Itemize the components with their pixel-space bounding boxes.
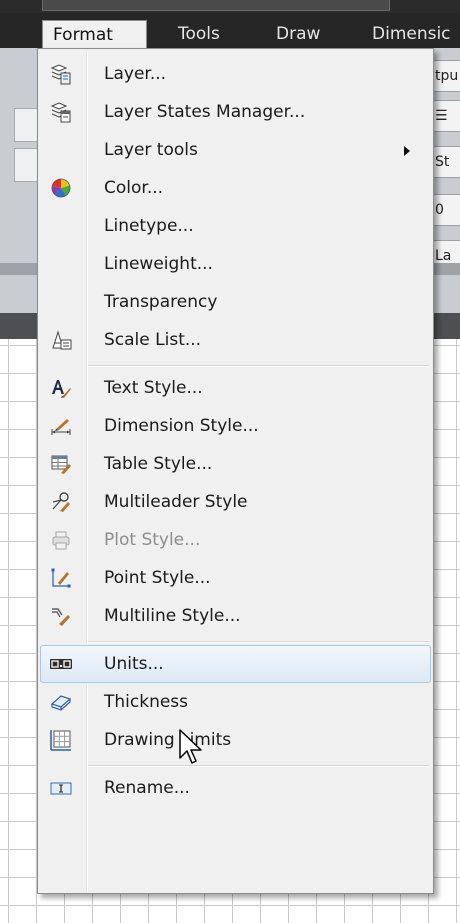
ribbon-field[interactable]: tpu — [430, 60, 460, 92]
menu-dimension[interactable]: Dimensic — [372, 20, 451, 48]
menu-item-scale-list[interactable]: Scale List... — [40, 321, 431, 359]
point-style-icon — [51, 568, 71, 588]
menu-item-label: Layer tools — [104, 140, 198, 160]
menu-item-label: Dimension Style... — [104, 416, 259, 436]
menu-item-label: Layer... — [104, 64, 167, 84]
text-style-icon — [52, 380, 71, 398]
menu-item-label: Table Style... — [104, 454, 213, 474]
menu-item-point-style[interactable]: Point Style... — [40, 559, 431, 597]
menu-item-multiline-style[interactable]: Multiline Style... — [40, 597, 431, 635]
menu-tools[interactable]: Tools — [178, 20, 220, 48]
menu-item-label: Drawing Limits — [104, 730, 232, 750]
menu-item-plot-style: Plot Style... — [40, 521, 431, 559]
menu-item-label: Linetype... — [104, 216, 194, 236]
units-icon — [50, 659, 72, 669]
menu-item-drawing-limits[interactable]: Drawing Limits — [40, 721, 431, 759]
submenu-arrow-icon — [404, 146, 410, 156]
menu-item-dimension-style[interactable]: Dimension Style... — [40, 407, 431, 445]
color-wheel-icon — [51, 178, 71, 198]
menu-item-label: Units... — [104, 654, 164, 674]
dimension-style-icon — [51, 419, 71, 435]
menu-item-label: Color... — [104, 178, 164, 198]
rename-icon — [50, 782, 72, 795]
format-dropdown-menu: Layer... Layer States Manager... Layer t… — [37, 48, 434, 894]
quick-access-field[interactable] — [42, 0, 390, 11]
menu-item-label: Lineweight... — [104, 254, 213, 274]
menu-item-text-style[interactable]: Text Style... — [40, 369, 431, 407]
thickness-icon — [50, 695, 72, 711]
menu-item-label: Plot Style... — [104, 530, 201, 550]
menu-separator — [88, 765, 429, 767]
menu-item-label: Text Style... — [104, 378, 203, 398]
menu-item-label: Transparency — [104, 292, 218, 312]
menu-separator — [88, 641, 429, 643]
menu-draw[interactable]: Draw — [276, 20, 320, 48]
menu-item-table-style[interactable]: Table Style... — [40, 445, 431, 483]
layer-states-icon — [50, 102, 71, 123]
menu-item-rename[interactable]: Rename... — [40, 769, 431, 807]
ribbon-field[interactable]: St — [430, 146, 460, 178]
menu-item-label: Scale List... — [104, 330, 202, 350]
plot-style-icon — [52, 531, 70, 550]
menu-format[interactable]: Format — [42, 20, 147, 48]
ribbon-field[interactable]: ☰ — [430, 100, 460, 132]
ribbon-field[interactable]: 0 — [430, 194, 460, 226]
menu-item-label: Thickness — [104, 692, 189, 712]
multileader-style-icon — [52, 492, 70, 512]
layer-icon — [50, 64, 71, 85]
title-strip — [0, 0, 460, 13]
menu-item-linetype[interactable]: Linetype... — [40, 207, 431, 245]
ribbon-tool-icon: ☰ — [435, 108, 448, 124]
menu-separator — [88, 365, 429, 367]
scale-list-icon — [52, 330, 72, 350]
drawing-limits-icon — [50, 730, 71, 751]
menu-item-layer-tools[interactable]: Layer tools — [40, 131, 431, 169]
menu-item-multileader-style[interactable]: Multileader Style — [40, 483, 431, 521]
menu-item-label: Multileader Style — [104, 492, 248, 512]
menu-item-thickness[interactable]: Thickness — [40, 683, 431, 721]
mouse-pointer-icon — [179, 729, 202, 764]
menu-item-label: Layer States Manager... — [104, 102, 306, 122]
menu-item-color[interactable]: Color... — [40, 169, 431, 207]
menu-item-lineweight[interactable]: Lineweight... — [40, 245, 431, 283]
menu-item-units[interactable]: Units... — [40, 645, 431, 683]
multiline-style-icon — [52, 608, 70, 626]
menu-item-label: Multiline Style... — [104, 606, 241, 626]
menu-item-layer-states-manager[interactable]: Layer States Manager... — [40, 93, 431, 131]
menu-item-label: Point Style... — [104, 568, 211, 588]
menu-bar: Format Tools Draw Dimensic — [0, 13, 460, 48]
table-style-icon — [51, 455, 71, 474]
menu-item-layer[interactable]: Layer... — [40, 55, 431, 93]
menu-item-label: Rename... — [104, 778, 190, 798]
menu-item-transparency[interactable]: Transparency — [40, 283, 431, 321]
